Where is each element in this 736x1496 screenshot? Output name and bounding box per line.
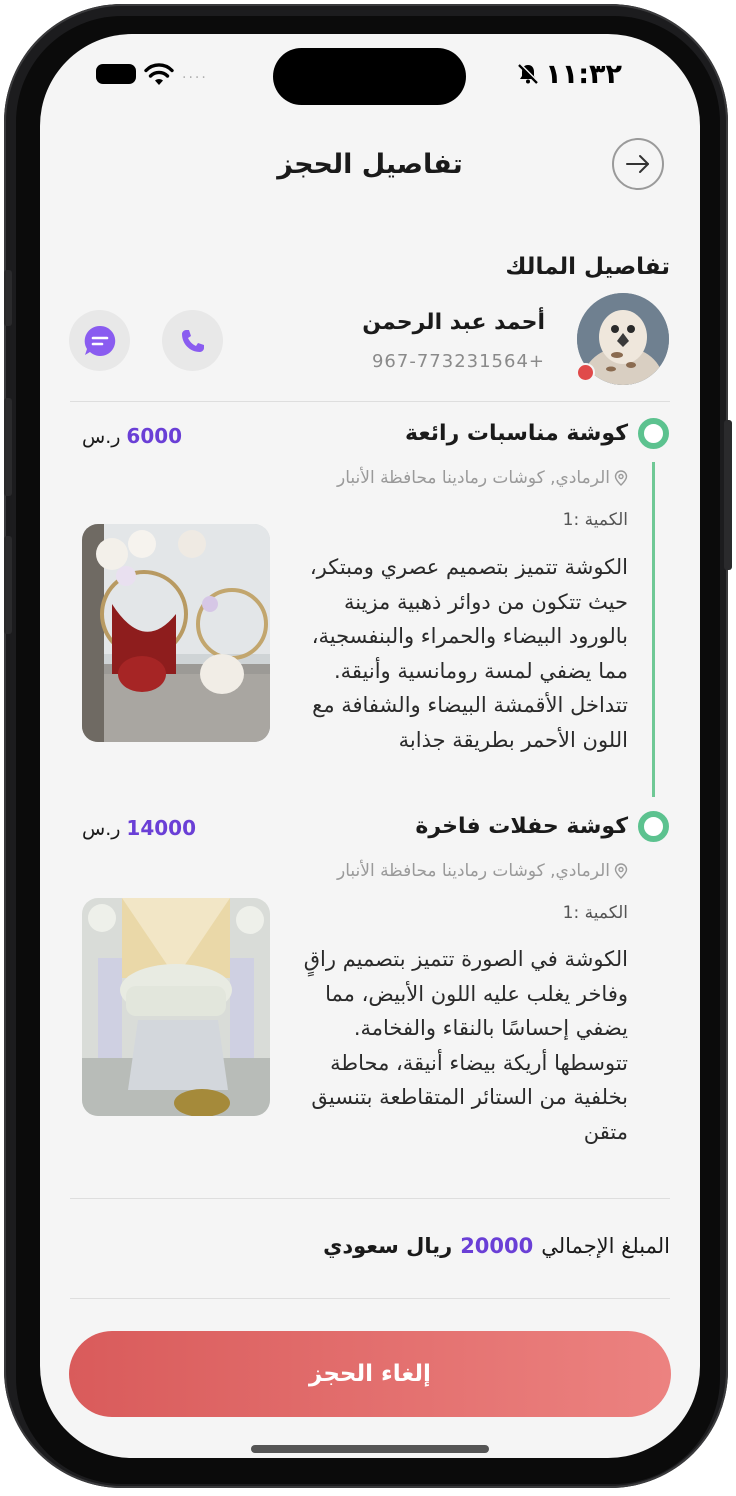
timeline-dot [638, 811, 669, 842]
dynamic-island [273, 48, 466, 105]
owner-name: أحمد عبد الرحمن [362, 310, 545, 335]
phone-icon [181, 329, 204, 352]
online-status-dot [576, 363, 595, 382]
status-time: ١١:٣٢ [545, 58, 622, 90]
volume-up-button [4, 398, 12, 496]
item-quantity: الكمية :1 [562, 903, 628, 923]
wifi-icon [144, 63, 174, 85]
chat-button[interactable] [69, 310, 130, 371]
battery-icon [96, 64, 136, 84]
item-price: 14000 ر.س [82, 816, 196, 840]
bell-muted-icon [518, 63, 539, 84]
luxury-stage-photo [82, 898, 270, 1116]
timeline-line [652, 462, 655, 797]
item-price-currency: ر.س [82, 426, 121, 448]
divider [70, 1198, 670, 1199]
wedding-stage-photo [82, 524, 270, 742]
location-pin-icon [614, 863, 628, 879]
cancel-booking-button[interactable]: إلغاء الحجز [69, 1331, 671, 1417]
item-image [82, 524, 270, 742]
item-title: كوشة حفلات فاخرة [415, 814, 628, 839]
item-price-currency: ر.س [82, 818, 121, 840]
item-price-value: 14000 [126, 816, 197, 840]
total-value: 20000 [460, 1234, 534, 1258]
page-title: تفاصيل الحجز [277, 149, 463, 180]
item-description: الكوشة تتميز بتصميم عصري ومبتكر، حيث تتك… [309, 555, 628, 752]
item-quantity: الكمية :1 [562, 510, 628, 530]
item-price: 6000 ر.س [82, 424, 182, 448]
item-image [82, 898, 270, 1116]
item-description: الكوشة في الصورة تتميز بتصميم راقٍ وفاخر… [303, 947, 628, 1144]
total-amount: المبلغ الإجمالي 20000 ريال سعودي [323, 1234, 670, 1258]
signal-dots: .... [182, 66, 208, 82]
owner-phone: 967-773231564+ [371, 351, 545, 372]
item-location-text: الرمادي, كوشات رمادينا محافظة الأنبار [337, 861, 610, 881]
call-button[interactable] [162, 310, 223, 371]
owner-section-title: تفاصيل المالك [505, 254, 670, 280]
volume-down-button [4, 536, 12, 634]
status-bar-left: .... [96, 59, 208, 89]
divider [70, 1298, 670, 1299]
location-pin-icon [614, 470, 628, 486]
total-label: المبلغ الإجمالي [541, 1234, 670, 1258]
item-title: كوشة مناسبات رائعة [405, 421, 628, 446]
item-location: الرمادي, كوشات رمادينا محافظة الأنبار [337, 861, 628, 881]
power-button [724, 420, 732, 570]
total-currency: ريال سعودي [323, 1234, 453, 1258]
cancel-booking-label: إلغاء الحجز [309, 1361, 431, 1387]
timeline-dot [638, 418, 669, 449]
app-screen: .... ١١:٣٢ تفاصيل الحجز تفاصيل المالك أح… [40, 34, 700, 1458]
divider [70, 401, 670, 402]
chat-icon [84, 325, 115, 356]
item-price-value: 6000 [126, 424, 183, 448]
item-location-text: الرمادي, كوشات رمادينا محافظة الأنبار [337, 468, 610, 488]
item-location: الرمادي, كوشات رمادينا محافظة الأنبار [337, 468, 628, 488]
home-indicator[interactable] [251, 1445, 489, 1453]
mute-switch [4, 270, 12, 326]
status-bar-right: ١١:٣٢ [517, 58, 622, 90]
